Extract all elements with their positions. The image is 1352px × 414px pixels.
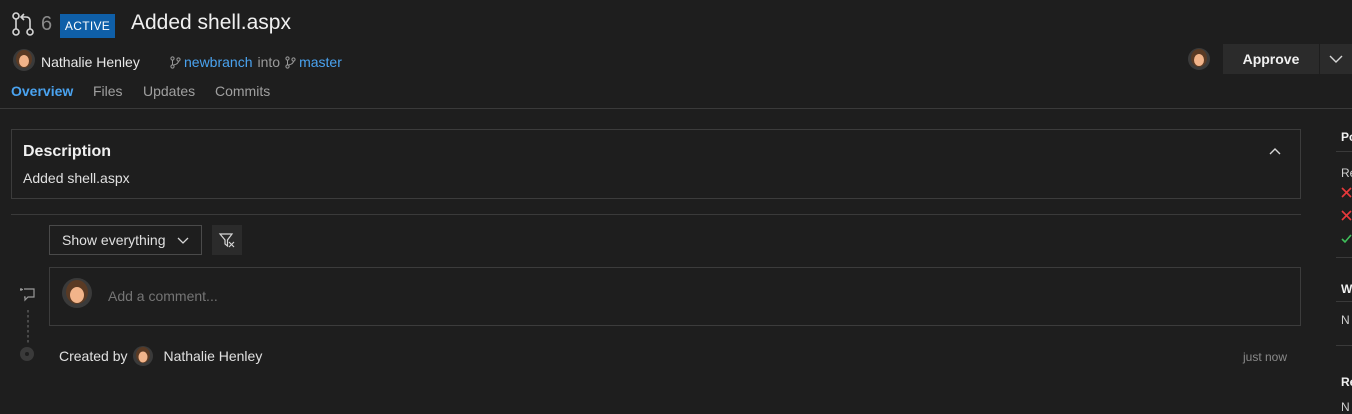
approve-button[interactable]: Approve xyxy=(1223,44,1319,74)
chevron-up-icon[interactable] xyxy=(1268,144,1282,158)
author-name[interactable]: Nathalie Henley xyxy=(41,54,140,70)
tab-overview[interactable]: Overview xyxy=(11,83,73,99)
created-by-label: Created by xyxy=(59,348,128,364)
created-by-entry: Created by Nathalie Henley xyxy=(59,346,262,366)
x-icon xyxy=(1341,210,1352,221)
sidebar-section-value: N xyxy=(1341,313,1350,327)
sidebar-divider xyxy=(1336,151,1352,152)
target-branch-link[interactable]: master xyxy=(299,54,342,70)
sidebar-section-title: Po xyxy=(1341,130,1352,144)
tab-commits[interactable]: Commits xyxy=(215,83,270,99)
comment-box[interactable] xyxy=(49,267,1301,326)
clear-filter-button[interactable] xyxy=(212,225,242,255)
created-by-name[interactable]: Nathalie Henley xyxy=(163,348,262,364)
status-badge: ACTIVE xyxy=(60,14,115,38)
filter-selected-value: Show everything xyxy=(62,232,166,248)
chevron-down-icon xyxy=(177,237,189,244)
source-branch-link[interactable]: newbranch xyxy=(184,54,253,70)
sidebar-divider xyxy=(1336,257,1352,258)
tab-updates[interactable]: Updates xyxy=(143,83,195,99)
comment-add-icon xyxy=(20,288,35,302)
sidebar-divider xyxy=(1336,345,1352,346)
branch-icon xyxy=(170,55,181,69)
activity-filter-select[interactable]: Show everything xyxy=(49,225,202,255)
reviewer-avatar[interactable] xyxy=(1188,48,1210,70)
commenter-avatar xyxy=(62,278,92,308)
sidebar-divider xyxy=(1336,301,1352,302)
approve-options-button[interactable] xyxy=(1320,44,1352,74)
description-text: Added shell.aspx xyxy=(23,170,130,186)
pull-request-icon xyxy=(12,12,34,36)
pr-title: Added shell.aspx xyxy=(131,11,291,34)
branch-icon xyxy=(285,55,296,69)
timeline-dot xyxy=(20,347,34,361)
description-card: Description Added shell.aspx xyxy=(11,129,1301,199)
tab-files[interactable]: Files xyxy=(93,83,123,99)
pr-id: 6 xyxy=(41,13,53,35)
created-timestamp: just now xyxy=(1243,350,1288,364)
sidebar-section-title: W xyxy=(1341,282,1352,296)
x-icon xyxy=(1341,187,1352,198)
author-avatar[interactable] xyxy=(13,49,35,71)
tabs-divider xyxy=(0,108,1352,109)
section-divider xyxy=(11,214,1301,215)
filter-clear-icon xyxy=(218,233,235,248)
chevron-down-icon xyxy=(1329,55,1343,63)
into-text: into xyxy=(257,54,281,70)
branch-info: newbranch into master xyxy=(170,54,342,70)
creator-avatar xyxy=(133,346,154,366)
comment-input[interactable] xyxy=(108,288,1208,304)
description-heading: Description xyxy=(23,143,112,160)
sidebar-section-value: N xyxy=(1341,400,1350,414)
check-icon xyxy=(1341,234,1352,244)
reviewers-label: Re xyxy=(1341,166,1352,180)
sidebar-section-title: Re xyxy=(1341,375,1352,389)
timeline-connector xyxy=(27,310,29,344)
